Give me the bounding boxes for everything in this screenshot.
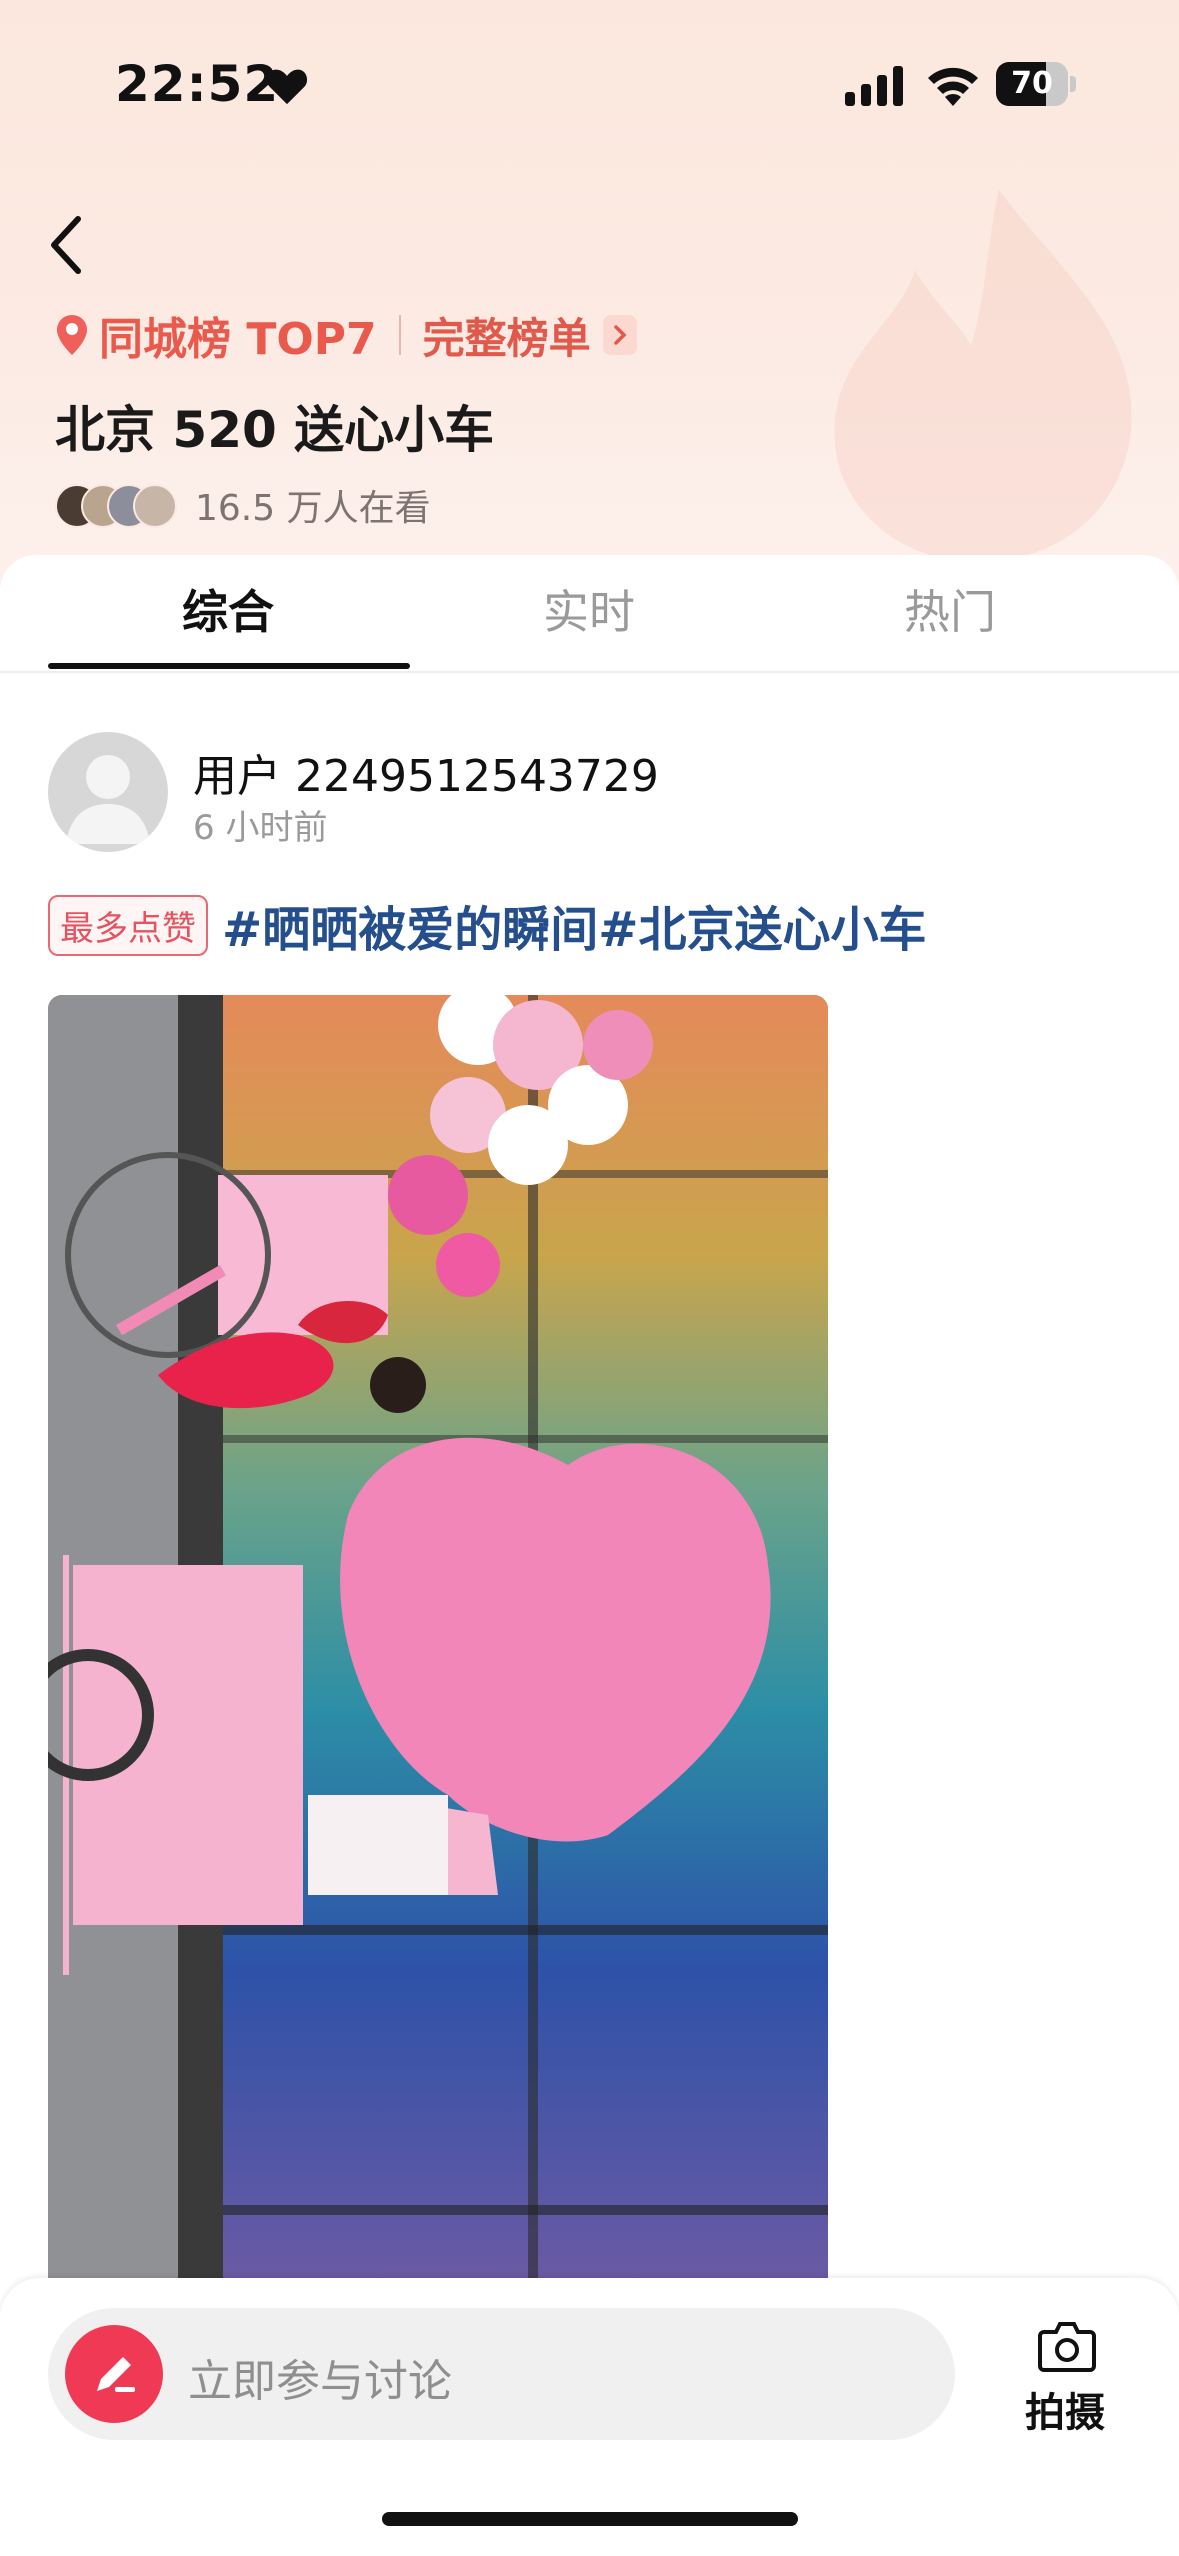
active-tab-indicator [48,663,410,669]
camera-icon[interactable] [1038,2318,1096,2372]
post-caption: 最多点赞 #晒晒被爱的瞬间#北京送心小车 [48,890,926,960]
status-bar: 22:52 70 [0,0,1179,150]
comment-placeholder[interactable]: 立即参与讨论 [188,2345,452,2409]
chevron-right-icon[interactable] [602,315,637,355]
pencil-icon[interactable] [65,2325,163,2423]
post-hashtags[interactable]: #晒晒被爱的瞬间#北京送心小车 [222,890,926,960]
rank-divider [398,315,401,355]
camera-button-label[interactable]: 拍摄 [1025,2380,1105,2438]
most-liked-badge: 最多点赞 [48,894,208,956]
viewer-avatars [55,482,180,528]
avatar[interactable] [48,732,168,852]
heart-icon [266,69,308,105]
battery-indicator: 70 [996,62,1076,108]
home-indicator [382,2512,798,2526]
tab-realtime[interactable]: 实时 [409,555,769,670]
wifi-icon [928,67,978,106]
tab-overall[interactable]: 综合 [48,555,408,670]
viewer-count: 16.5 万人在看 [195,488,431,529]
post-username[interactable]: 用户 2249512543729 [193,740,659,804]
back-icon[interactable] [40,205,100,285]
flame-watermark-icon [834,190,1132,562]
viewer-count-row: 16.5 万人在看 [55,480,431,530]
tab-popular[interactable]: 热门 [770,555,1130,670]
post-time: 6 小时前 [193,808,328,848]
tab-bar: 综合 实时 热门 [0,555,1179,675]
page-title: 北京 520 送心小车 [55,401,495,459]
battery-percent: 70 [1011,66,1053,101]
post-photo[interactable] [48,995,828,2295]
tab-divider [0,671,1179,673]
full-ranking-link[interactable]: 完整榜单 [423,305,591,366]
avatar [133,484,177,528]
status-time: 22:52 [115,55,280,113]
signal-icon [845,66,903,106]
location-pin-icon [57,315,87,355]
rank-row: 同城榜 TOP7 完整榜单 [55,305,637,365]
photo-illustration [48,995,828,2295]
comment-input[interactable] [48,2308,955,2440]
rank-label: 同城榜 TOP7 [99,314,377,365]
